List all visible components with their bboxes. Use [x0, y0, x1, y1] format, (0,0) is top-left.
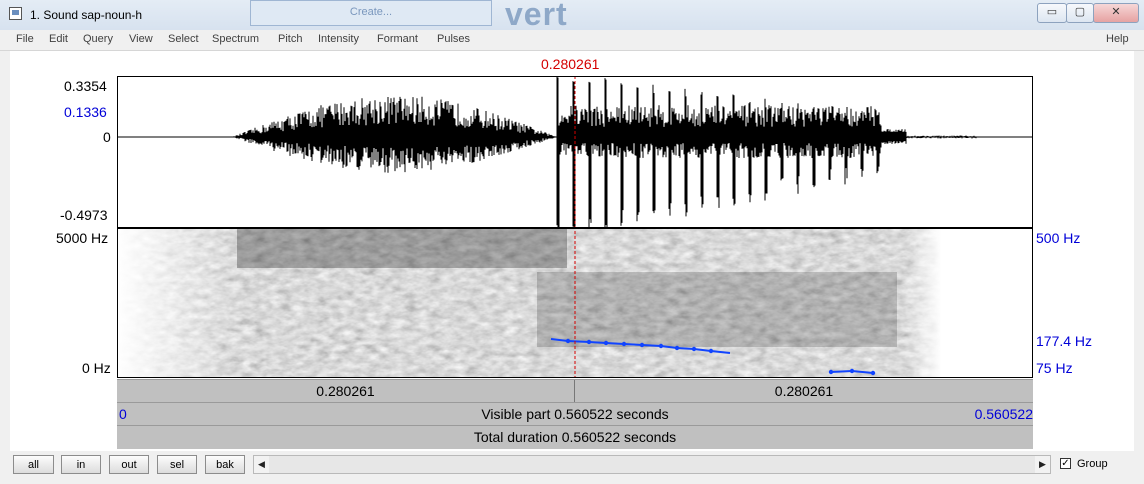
window-icon [9, 7, 22, 20]
menu-query[interactable]: Query [83, 33, 113, 45]
bottom-toolbar: all in out sel bak ◀ ▶ ✓ Group [0, 452, 1144, 484]
selection-time-bar: 0.280261 0.280261 [117, 379, 1033, 403]
right-part-duration[interactable]: 0.280261 [575, 380, 1033, 403]
waveform-cursor-value-label: 0.1336 [64, 104, 107, 120]
maximize-button[interactable]: ▢ [1066, 3, 1094, 23]
waveform-min-label: -0.4973 [60, 207, 108, 223]
menu-select[interactable]: Select [168, 33, 199, 45]
menu-bar: File Edit Query View Select Spectrum Pit… [0, 30, 1144, 51]
menu-help[interactable]: Help [1106, 33, 1129, 45]
pitch-ceiling-label: 500 Hz [1036, 230, 1081, 246]
menu-edit[interactable]: Edit [49, 33, 68, 45]
menu-formant[interactable]: Formant [377, 33, 418, 45]
menu-intensity[interactable]: Intensity [318, 33, 359, 45]
visible-end-label: 0.560522 [974, 406, 1033, 422]
zoom-in-button[interactable]: in [61, 455, 101, 474]
spectrogram-formant-dark-band [237, 228, 567, 268]
visible-part-label[interactable]: Visible part 0.560522 seconds [337, 403, 813, 426]
zoom-all-button[interactable]: all [13, 455, 54, 474]
visible-part-bar: 0 Visible part 0.560522 seconds 0.560522 [117, 402, 1033, 426]
scroll-right-icon[interactable]: ▶ [1035, 456, 1050, 473]
menu-spectrum[interactable]: Spectrum [212, 33, 259, 45]
spectrogram-voiced-region [537, 272, 897, 347]
background-create-button: Create... [250, 0, 492, 26]
left-part-duration[interactable]: 0.280261 [117, 380, 575, 403]
group-checkbox[interactable]: ✓ [1060, 458, 1071, 469]
spectrogram-top-label: 5000 Hz [56, 230, 109, 246]
time-scrollbar[interactable]: ◀ ▶ [253, 455, 1051, 474]
sound-editor-plot[interactable] [117, 76, 1033, 378]
cursor-time-label: 0.280261 [541, 56, 600, 72]
menu-file[interactable]: File [16, 33, 34, 45]
waveform-zero-label: 0 [103, 129, 111, 145]
zoom-back-button[interactable]: bak [205, 455, 245, 474]
menu-view[interactable]: View [129, 33, 153, 45]
total-duration-label[interactable]: Total duration 0.560522 seconds [117, 426, 1033, 449]
menu-pitch[interactable]: Pitch [278, 33, 302, 45]
background-text: vert [505, 0, 568, 32]
zoom-out-button[interactable]: out [109, 455, 149, 474]
menu-pulses[interactable]: Pulses [437, 33, 470, 45]
minimize-button[interactable]: ▭ [1037, 3, 1067, 23]
group-label: Group [1077, 458, 1108, 470]
title-bar: 1. Sound sap-noun-h Create... vert ▭ ▢ ✕ [0, 0, 1144, 32]
spectrogram-bottom-label: 0 Hz [82, 360, 111, 376]
waveform-max-label: 0.3354 [64, 78, 107, 94]
zoom-selection-button[interactable]: sel [157, 455, 197, 474]
pitch-value-label: 177.4 Hz [1036, 333, 1093, 349]
window-title: 1. Sound sap-noun-h [30, 8, 143, 22]
pitch-floor-label: 75 Hz [1036, 360, 1073, 376]
scroll-left-icon[interactable]: ◀ [254, 456, 269, 473]
total-duration-bar: Total duration 0.560522 seconds [117, 425, 1033, 449]
close-button[interactable]: ✕ [1093, 3, 1139, 23]
visible-start-label: 0 [119, 406, 127, 422]
